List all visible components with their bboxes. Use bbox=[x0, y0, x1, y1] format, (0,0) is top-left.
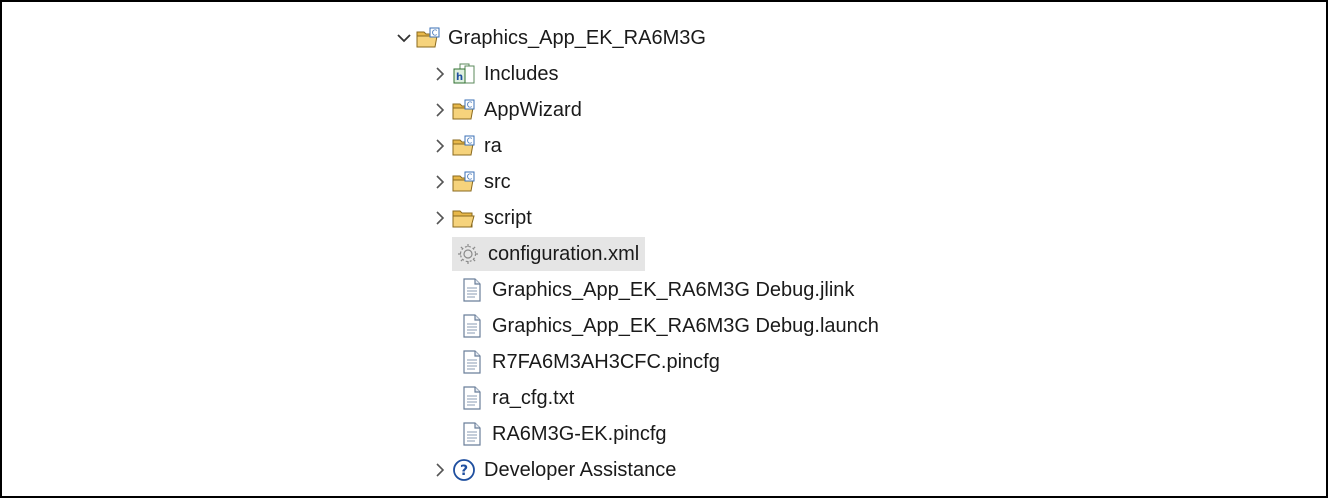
chevron-right-icon[interactable] bbox=[430, 56, 450, 92]
includes-icon: h bbox=[452, 62, 476, 86]
tree-item-configuration-xml[interactable]: configuration.xml bbox=[452, 236, 646, 272]
text-file-icon bbox=[460, 278, 484, 302]
text-file-icon bbox=[460, 350, 484, 374]
chevron-right-icon[interactable] bbox=[430, 164, 450, 200]
svg-text:C: C bbox=[467, 137, 473, 146]
tree-item-label: script bbox=[484, 207, 532, 229]
tree-item-debug-jlink[interactable]: Graphics_App_EK_RA6M3G Debug.jlink bbox=[460, 272, 854, 308]
tree-item-script[interactable]: script bbox=[430, 200, 532, 236]
chevron-right-icon[interactable] bbox=[430, 200, 450, 236]
tree-item-label: Developer Assistance bbox=[484, 459, 677, 481]
svg-text:?: ? bbox=[460, 463, 468, 479]
tree-item-label: configuration.xml bbox=[488, 243, 640, 265]
selection-highlight: configuration.xml bbox=[452, 237, 646, 271]
source-folder-icon: C bbox=[452, 98, 476, 122]
tree-item-label: ra_cfg.txt bbox=[492, 387, 575, 409]
svg-text:h: h bbox=[456, 72, 463, 83]
text-file-icon bbox=[460, 314, 484, 338]
svg-text:C: C bbox=[467, 173, 473, 182]
tree-item-ra6m3g-ek-pincfg[interactable]: RA6M3G-EK.pincfg bbox=[460, 416, 667, 452]
tree-item-debug-launch[interactable]: Graphics_App_EK_RA6M3G Debug.launch bbox=[460, 308, 879, 344]
chevron-right-icon[interactable] bbox=[430, 128, 450, 164]
text-file-icon bbox=[460, 386, 484, 410]
tree-item-label: R7FA6M3AH3CFC.pincfg bbox=[492, 351, 720, 373]
tree-item-src[interactable]: C src bbox=[430, 164, 511, 200]
project-tree: C Graphics_App_EK_RA6M3G h Includes C Ap… bbox=[2, 2, 1326, 496]
project-folder-icon: C bbox=[416, 26, 440, 50]
source-folder-icon: C bbox=[452, 170, 476, 194]
source-folder-icon: C bbox=[452, 134, 476, 158]
svg-text:C: C bbox=[432, 29, 438, 38]
tree-item-includes[interactable]: h Includes bbox=[430, 56, 559, 92]
tree-item-label: RA6M3G-EK.pincfg bbox=[492, 423, 667, 445]
chevron-right-icon[interactable] bbox=[430, 452, 450, 488]
tree-item-label: ra bbox=[484, 135, 502, 157]
tree-item-label: Includes bbox=[484, 63, 559, 85]
folder-icon bbox=[452, 206, 476, 230]
chevron-right-icon[interactable] bbox=[430, 92, 450, 128]
tree-root-project[interactable]: C Graphics_App_EK_RA6M3G bbox=[394, 20, 706, 56]
tree-item-label: Graphics_App_EK_RA6M3G Debug.launch bbox=[492, 315, 879, 337]
gear-file-icon bbox=[456, 242, 480, 266]
tree-item-appwizard[interactable]: C AppWizard bbox=[430, 92, 582, 128]
tree-item-r7fa6m3ah3cfc-pincfg[interactable]: R7FA6M3AH3CFC.pincfg bbox=[460, 344, 720, 380]
tree-item-label: AppWizard bbox=[484, 99, 582, 121]
tree-item-ra[interactable]: C ra bbox=[430, 128, 502, 164]
tree-item-ra-cfg-txt[interactable]: ra_cfg.txt bbox=[460, 380, 574, 416]
help-icon: ? bbox=[452, 458, 476, 482]
svg-text:C: C bbox=[467, 101, 473, 110]
text-file-icon bbox=[460, 422, 484, 446]
tree-item-developer-assistance[interactable]: ? Developer Assistance bbox=[430, 452, 676, 488]
project-name: Graphics_App_EK_RA6M3G bbox=[448, 27, 706, 49]
tree-item-label: src bbox=[484, 171, 511, 193]
chevron-down-icon[interactable] bbox=[394, 20, 414, 56]
tree-item-label: Graphics_App_EK_RA6M3G Debug.jlink bbox=[492, 279, 855, 301]
project-explorer-panel: C Graphics_App_EK_RA6M3G h Includes C Ap… bbox=[0, 0, 1328, 498]
